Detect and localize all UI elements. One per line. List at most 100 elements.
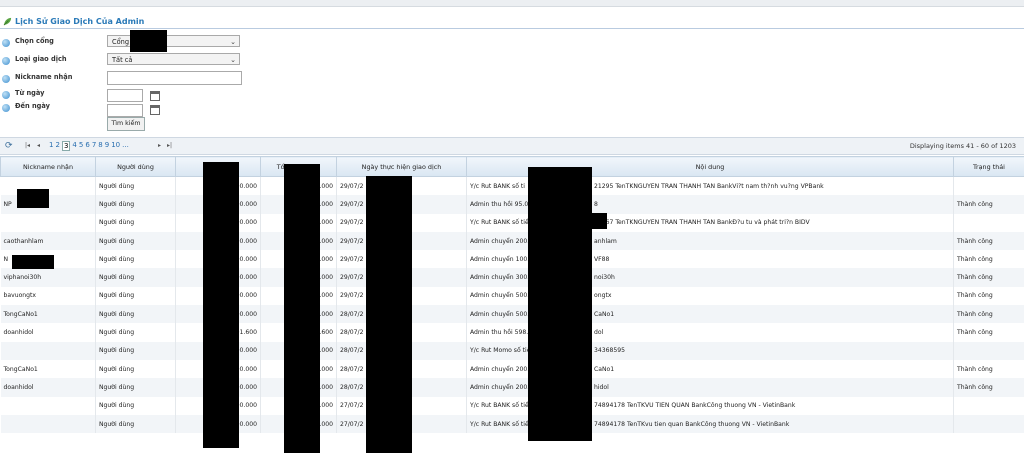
page-link[interactable]: 9 (105, 141, 109, 151)
page-link[interactable]: 1 (49, 141, 53, 151)
content-suffix: VF88 (594, 255, 610, 263)
table-row[interactable]: Người dùng 00.000.000 29/07/2 Y/c Rut BANK … (0, 213, 1024, 232)
table-row[interactable]: doanhidol Người dùng 01.600.600 28/07/2 Admi… (0, 323, 1024, 342)
page-link[interactable]: 7 (92, 141, 96, 151)
cell-status: Thành công (953, 378, 1024, 397)
content-suffix: 74894178 TenTKVU TIEN QUAN BankCông thuo… (594, 402, 796, 410)
cell-nickname: doanhidol (0, 323, 96, 342)
calendar-icon[interactable] (150, 105, 160, 115)
from-date-input[interactable] (107, 89, 143, 102)
next-page-icon[interactable]: ▸ (158, 142, 161, 149)
prev-page-icon[interactable]: ◂ (37, 142, 40, 149)
cell-status: Thành công (953, 286, 1024, 306)
redaction (203, 162, 239, 448)
cell-user: Người dùng (95, 305, 176, 324)
redaction (528, 167, 592, 441)
table-row[interactable]: viphanoi30h Người dùng 00.000.000 29/07/2 Ad… (0, 268, 1024, 287)
column-header[interactable]: Nickname nhận (0, 156, 96, 177)
cell-user: Người dùng (95, 359, 176, 379)
page-link[interactable]: 2 (55, 141, 59, 151)
chevron-down-icon: ⌄ (230, 38, 236, 46)
table-row[interactable]: Người dùng 00.000.000 28/07/2 Y/c Rut Momo … (0, 341, 1024, 360)
table-row[interactable]: caothanhlam Người dùng 00.000.000 29/07/2 Ad… (0, 231, 1024, 251)
page-link[interactable]: 10 (111, 141, 120, 151)
pagination-bar: ⟳ |◂ ◂ 1 2 3 4 5 6 7 8 9 10... ▸ ▸| Displaying it… (0, 137, 1024, 155)
title-divider (0, 28, 1024, 29)
column-header[interactable]: Người dùng (95, 156, 176, 177)
table-row[interactable]: Người dùng 00.000.000 27/07/2 Y/c Rut BANK … (0, 414, 1024, 434)
redaction (588, 213, 607, 229)
redaction (17, 189, 49, 208)
content-suffix: 74894178 TenTKvu tien quan BankCông thuo… (594, 420, 790, 428)
calendar-icon[interactable] (150, 91, 160, 101)
cell-nickname: TongCaNo1 (0, 359, 96, 379)
cell-user: Người dùng (95, 341, 176, 360)
cell-status (953, 213, 1024, 232)
content-suffix: CaNo1 (594, 365, 615, 373)
page-link[interactable]: ... (122, 141, 129, 151)
help-icon (2, 57, 10, 65)
column-header[interactable]: Trạng thái (953, 156, 1024, 177)
help-icon (2, 39, 10, 47)
content-suffix: ongtx (594, 292, 612, 300)
redaction (130, 30, 167, 52)
redaction (284, 164, 320, 453)
refresh-icon[interactable]: ⟳ (5, 141, 13, 151)
type-label: Loại giao dịch (15, 55, 67, 63)
page-link[interactable]: 3 (61, 141, 71, 151)
type-select-value: Tất cả (112, 56, 133, 64)
table-row[interactable]: Người dùng 00.000.000 27/07/2 Y/c Rut BANK … (0, 396, 1024, 415)
column-header[interactable]: Ngày thực hiện giao dịch (336, 156, 467, 177)
cell-nickname (0, 213, 96, 232)
last-page-icon[interactable]: ▸| (167, 142, 172, 149)
cell-nickname: TongCaNo1 (0, 305, 96, 324)
cell-user: Người dùng (95, 268, 176, 287)
cell-user: Người dùng (95, 378, 176, 397)
search-button[interactable]: Tìm kiếm (107, 117, 145, 131)
page-title: Lịch Sử Giao Dịch Của Admin (3, 17, 144, 26)
page-link[interactable]: 6 (85, 141, 89, 151)
cell-user: Người dùng (95, 231, 176, 251)
page-title-text: Lịch Sử Giao Dịch Của Admin (15, 17, 145, 26)
content-suffix: hidol (594, 383, 609, 391)
top-bar (0, 0, 1024, 7)
content-suffix: 21295 TenTKNGUYEN TRAN THANH TAN BankVi?… (594, 182, 824, 190)
gateway-select-value: Cổng (112, 38, 130, 46)
redaction (366, 176, 412, 453)
table-row[interactable]: TongCaNo1 Người dùng 00.000.000 28/07/2 Admi… (0, 359, 1024, 379)
first-page-icon[interactable]: |◂ (25, 142, 30, 149)
nickname-input[interactable] (107, 71, 242, 85)
table-row[interactable]: doanhidol Người dùng 00.000.000 28/07/2 Admi… (0, 378, 1024, 397)
content-suffix: anhlam (594, 237, 617, 245)
content-suffix: 8 (594, 200, 598, 208)
content-suffix: CaNo1 (594, 310, 615, 318)
cell-nickname: doanhidol (0, 378, 96, 397)
table-row[interactable]: bavuongtx Người dùng 00.000.000 29/07/2 Admi… (0, 286, 1024, 306)
cell-user: Người dùng (95, 286, 176, 306)
table-row[interactable]: Người dùng 00.000.000 29/07/2 Y/c Rut BANK … (0, 176, 1024, 196)
cell-nickname: bavuongtx (0, 286, 96, 306)
cell-nickname (0, 414, 96, 434)
cell-nickname (0, 396, 96, 415)
cell-user: Người dùng (95, 414, 176, 434)
cell-user: Người dùng (95, 195, 176, 214)
type-select[interactable]: Tất cả ⌄ (107, 53, 240, 65)
page-link[interactable]: 8 (98, 141, 102, 151)
to-date-input[interactable] (107, 104, 143, 117)
help-icon (2, 104, 10, 112)
help-icon (2, 75, 10, 83)
content-suffix: noi30h (594, 274, 615, 282)
page-numbers: 1 2 3 4 5 6 7 8 9 10... (49, 141, 129, 151)
page-link[interactable]: 4 (72, 141, 76, 151)
transactions-table: Nickname nhậnNgười dùngSố tiềnTổng phí g… (0, 156, 1024, 434)
cell-user: Người dùng (95, 323, 176, 342)
table-row[interactable]: TongCaNo1 Người dùng 00.000.000 28/07/2 Admi… (0, 305, 1024, 324)
help-icon (2, 91, 10, 99)
table-row[interactable]: N Người dùng 00.000.000 29/07/2 Admin chuyển… (0, 250, 1024, 269)
table-row[interactable]: NP Người dùng 00.000.000 29/07/2 Admin thu h… (0, 195, 1024, 214)
cell-status (953, 341, 1024, 360)
page-link[interactable]: 5 (79, 141, 83, 151)
cell-status: Thành công (953, 231, 1024, 251)
gateway-select[interactable]: Cổng ⌄ (107, 35, 240, 47)
cell-user: Người dùng (95, 213, 176, 232)
